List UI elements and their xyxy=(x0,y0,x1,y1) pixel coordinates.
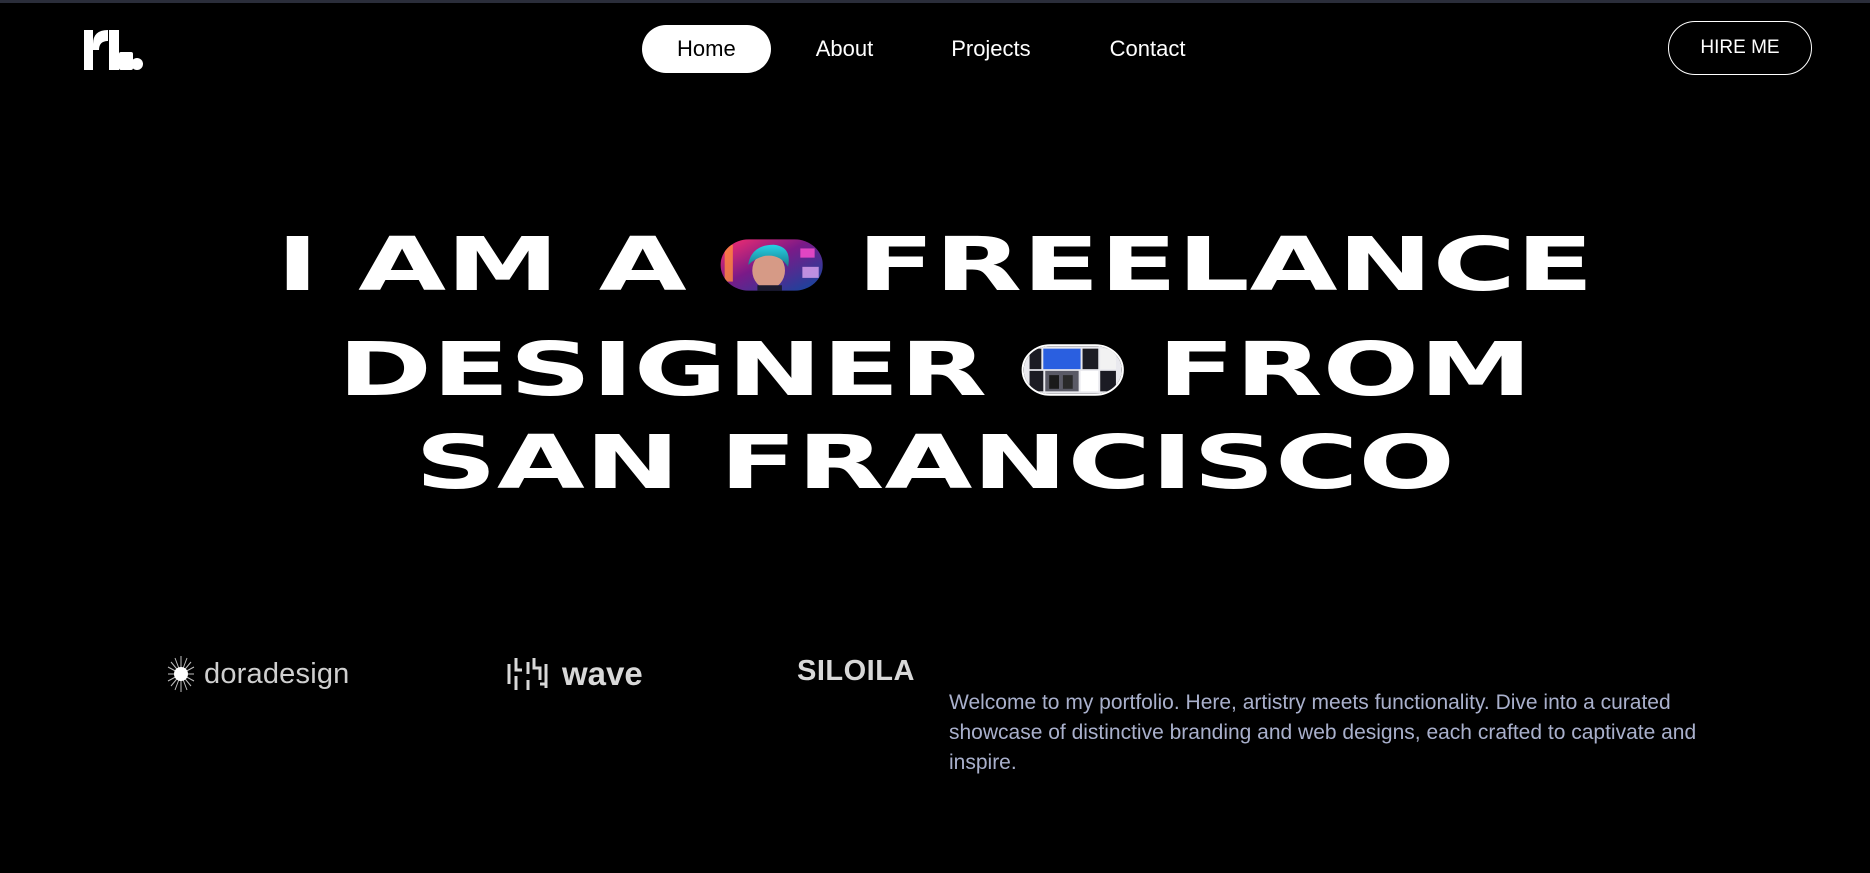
website-screens-collage-icon xyxy=(1021,344,1124,396)
brand-label: wave xyxy=(562,655,643,692)
hero-text: I AM A xyxy=(276,221,687,308)
hero-text: DESIGNER xyxy=(337,326,988,413)
page: Home About Projects Contact HIRE ME I AM… xyxy=(0,0,1870,873)
brand-siloila: SILOILA xyxy=(797,651,915,691)
brand-doradesign: doradesign xyxy=(166,653,350,695)
logo-icon[interactable] xyxy=(82,28,144,72)
brand-label: SILOILA xyxy=(797,654,915,687)
brand-wave: wave xyxy=(506,653,643,695)
nav-home[interactable]: Home xyxy=(642,25,771,73)
portrait-photo-icon xyxy=(720,239,823,291)
hero-text: FREELANCE xyxy=(857,221,1594,308)
nav-contact[interactable]: Contact xyxy=(1064,25,1186,73)
hero-line-1: I AM A FREELANCE xyxy=(0,228,1870,302)
wave-mark-icon xyxy=(507,658,548,690)
nav-about[interactable]: About xyxy=(771,25,907,73)
hero-text: FROM xyxy=(1157,326,1533,413)
hero-line-2: DESIGNER FROM xyxy=(0,333,1870,407)
main-nav: Home About Projects Contact xyxy=(642,25,1186,73)
starburst-icon xyxy=(167,656,195,692)
hire-me-button[interactable]: HIRE ME xyxy=(1668,21,1812,75)
nav-projects[interactable]: Projects xyxy=(906,25,1063,73)
hero-text: SAN FRANCISCO xyxy=(415,419,1455,506)
hero-line-3: SAN FRANCISCO xyxy=(0,426,1870,500)
intro-paragraph: Welcome to my portfolio. Here, artistry … xyxy=(949,691,1697,774)
brand-label: doradesign xyxy=(204,657,350,690)
